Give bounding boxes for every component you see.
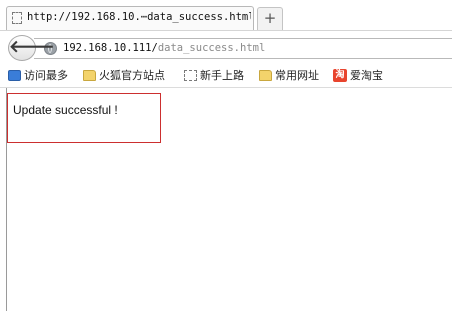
url-bar[interactable]: 192.168.10.111/data_success.html (34, 38, 452, 59)
back-arrow-icon[interactable]: 🡐 (8, 35, 55, 61)
blank-page-icon (12, 12, 22, 24)
bookmark-label: 火狐官方站点 (99, 69, 165, 82)
taobao-icon: 淘 (333, 69, 347, 82)
status-message: Update successful ! (13, 103, 118, 117)
browser-tab[interactable]: http://192.168.10.⋯data_success.html (6, 6, 254, 30)
navigation-bar: 192.168.10.111/data_success.html 🡐 (0, 30, 452, 64)
folder-icon (259, 70, 272, 81)
bookmark-label: 访问最多 (24, 69, 68, 82)
url-path: data_success.html (157, 42, 266, 54)
bookmark-common-sites[interactable]: 常用网址 (259, 69, 319, 85)
tab-title: http://192.168.10.⋯data_success.html (27, 11, 251, 23)
tab-strip: http://192.168.10.⋯data_success.html + (0, 0, 452, 30)
bookmark-label: 常用网址 (275, 69, 319, 82)
bookmark-label: 爱淘宝 (350, 69, 383, 82)
bookmark-taobao[interactable]: 淘爱淘宝 (333, 69, 383, 85)
bookmark-label: 新手上路 (200, 69, 244, 82)
new-tab-button[interactable]: + (257, 7, 283, 30)
bookmarks-bar: 访问最多 火狐官方站点 新手上路 常用网址 淘爱淘宝 (0, 64, 452, 88)
blank-page-icon (184, 70, 197, 81)
bookmark-getting-started[interactable]: 新手上路 (184, 69, 244, 85)
bookmark-most-visited[interactable]: 访问最多 (8, 69, 68, 85)
folder-icon (83, 70, 96, 81)
message-box: Update successful ! (7, 93, 161, 143)
page-viewport: Update successful ! (0, 88, 452, 311)
bookmark-firefox-official[interactable]: 火狐官方站点 (83, 69, 165, 85)
blue-list-icon (8, 70, 21, 81)
url-host: 192.168.10.111/ (63, 42, 158, 54)
url-text: 192.168.10.111/data_success.html (63, 42, 265, 54)
